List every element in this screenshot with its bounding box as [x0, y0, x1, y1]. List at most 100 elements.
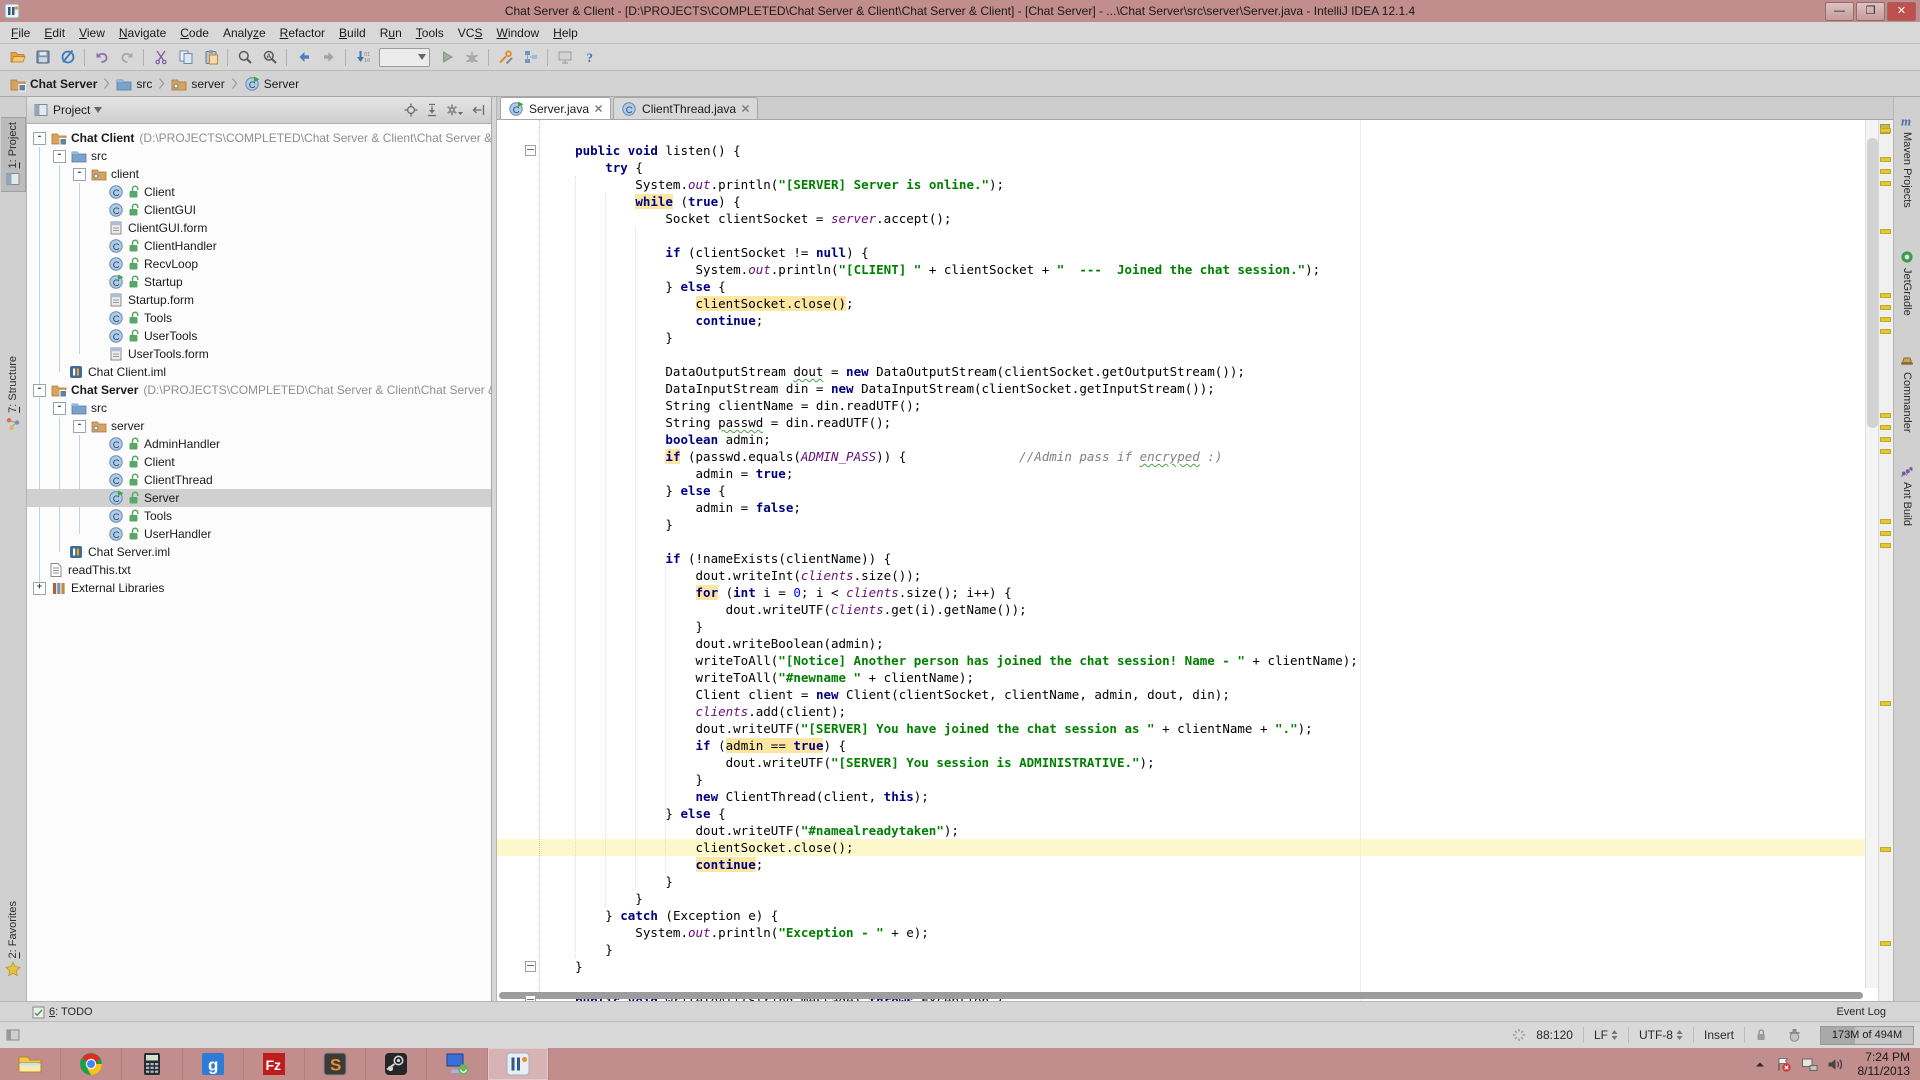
lock-icon[interactable]: [1745, 1028, 1777, 1042]
menu-build[interactable]: Build: [332, 24, 373, 42]
tree-item-usertools[interactable]: CUserTools: [27, 327, 491, 345]
tab-close-icon[interactable]: [741, 104, 750, 113]
toolwindow-button-maven-projects[interactable]: mMaven Projects: [1895, 109, 1919, 212]
input-mode-indicator[interactable]: Insert: [1694, 1028, 1744, 1042]
menu-analyze[interactable]: Analyze: [216, 24, 273, 42]
maximize-button[interactable]: ❐: [1856, 2, 1885, 21]
breadcrumb-src[interactable]: src: [114, 76, 154, 92]
editor-tab-clientthread-java[interactable]: CClientThread.java: [613, 97, 758, 119]
taskbar-app-remote[interactable]: [427, 1048, 488, 1080]
error-stripe-mark[interactable]: [1880, 181, 1891, 186]
action-center-flag-icon[interactable]: [1775, 1056, 1792, 1072]
horizontal-scrollbar[interactable]: [499, 992, 1863, 999]
network-icon[interactable]: [1801, 1057, 1818, 1072]
toolwindow-button-project[interactable]: 1: Project: [1, 117, 26, 192]
find-button[interactable]: [232, 46, 257, 68]
close-button[interactable]: ✕: [1887, 2, 1916, 21]
copy-button[interactable]: [173, 46, 198, 68]
taskbar-app-sublime[interactable]: S: [305, 1048, 366, 1080]
menu-view[interactable]: View: [72, 24, 112, 42]
tree-expand-icon[interactable]: +: [33, 582, 46, 595]
settings-button[interactable]: [493, 46, 518, 68]
error-stripe-mark[interactable]: [1880, 305, 1891, 310]
update-button[interactable]: 0110: [350, 46, 375, 68]
debug-button[interactable]: [459, 46, 484, 68]
open-folder-button[interactable]: [5, 46, 30, 68]
menu-refactor[interactable]: Refactor: [273, 24, 332, 42]
todo-toolwindow-button[interactable]: 6: TODO: [32, 1006, 93, 1019]
error-stripe-mark[interactable]: [1880, 519, 1891, 524]
line-ending-selector[interactable]: LF: [1584, 1028, 1628, 1042]
tree-item-clienthandler[interactable]: CClientHandler: [27, 237, 491, 255]
menu-help[interactable]: Help: [546, 24, 585, 42]
error-stripe-mark[interactable]: [1880, 293, 1891, 298]
menu-window[interactable]: Window: [489, 24, 546, 42]
error-stripe-mark[interactable]: [1880, 128, 1891, 133]
chevron-down-icon[interactable]: [94, 107, 102, 113]
error-stripe[interactable]: [1878, 120, 1893, 1002]
error-stripe-mark[interactable]: [1880, 413, 1891, 418]
tree-collapse-icon[interactable]: -: [73, 168, 86, 181]
error-stripe-mark[interactable]: [1880, 847, 1891, 852]
error-stripe-mark[interactable]: [1880, 169, 1891, 174]
paste-button[interactable]: [198, 46, 223, 68]
tree-item-recvloop[interactable]: CRecvLoop: [27, 255, 491, 273]
tree-collapse-icon[interactable]: -: [33, 384, 46, 397]
encoding-selector[interactable]: UTF-8: [1629, 1028, 1693, 1042]
taskbar-app-idea[interactable]: [488, 1048, 549, 1080]
toolwindow-button-ant-build[interactable]: Ant Build: [1895, 459, 1919, 530]
taskbar-app-filezilla[interactable]: Fz: [244, 1048, 305, 1080]
taskbar-app-steam[interactable]: [366, 1048, 427, 1080]
tree-item-chat-server-iml[interactable]: Chat Server.iml: [27, 543, 491, 561]
save-all-button[interactable]: [30, 46, 55, 68]
menu-code[interactable]: Code: [173, 24, 216, 42]
tree-collapse-icon[interactable]: -: [73, 420, 86, 433]
hector-inspector-icon[interactable]: [1777, 1028, 1812, 1043]
gear-icon[interactable]: [446, 103, 464, 117]
taskbar-app-chrome[interactable]: [61, 1048, 122, 1080]
toolwindow-toggle-icon[interactable]: [6, 1028, 20, 1042]
tree-item-startup-form[interactable]: Startup.form: [27, 291, 491, 309]
hide-icon[interactable]: [471, 103, 485, 117]
breadcrumb-chat-server[interactable]: Chat Server: [8, 76, 99, 92]
menu-run[interactable]: Run: [373, 24, 409, 42]
tree-collapse-icon[interactable]: -: [53, 402, 66, 415]
toolwindow-button-favorites[interactable]: 2: Favorites: [1, 897, 25, 981]
caret-position[interactable]: 88:120: [1526, 1028, 1583, 1042]
taskbar-app-explorer[interactable]: [0, 1048, 61, 1080]
tree-item-tools[interactable]: CTools: [27, 507, 491, 525]
menu-file[interactable]: File: [4, 24, 37, 42]
tree-item-tools[interactable]: CTools: [27, 309, 491, 327]
fold-marker-icon[interactable]: [525, 145, 536, 156]
structure-button[interactable]: [518, 46, 543, 68]
tree-item-chat-server[interactable]: -Chat Server (D:\PROJECTS\COMPLETED\Chat…: [27, 381, 491, 399]
error-stripe-mark[interactable]: [1880, 157, 1891, 162]
undo-button[interactable]: [89, 46, 114, 68]
collapse-icon[interactable]: [425, 103, 439, 117]
error-stripe-mark[interactable]: [1880, 449, 1891, 454]
locate-icon[interactable]: [404, 103, 418, 117]
redo-button[interactable]: [114, 46, 139, 68]
tree-item-server[interactable]: CServer: [27, 489, 491, 507]
tree-item-userhandler[interactable]: CUserHandler: [27, 525, 491, 543]
forward-button[interactable]: [316, 46, 341, 68]
tree-item-startup[interactable]: CStartup: [27, 273, 491, 291]
taskbar-app-calc[interactable]: [122, 1048, 183, 1080]
fold-marker-icon[interactable]: [525, 961, 536, 972]
tree-item-clientthread[interactable]: CClientThread: [27, 471, 491, 489]
tree-item-usertools-form[interactable]: UserTools.form: [27, 345, 491, 363]
taskbar-clock[interactable]: 7:24 PM 8/11/2013: [1852, 1050, 1911, 1078]
code-editor[interactable]: public void listen() { try { System.out.…: [497, 120, 1893, 1002]
cut-button[interactable]: [148, 46, 173, 68]
toolwindow-button-commander[interactable]: Commander: [1895, 349, 1919, 437]
memory-indicator[interactable]: 173M of 494M: [1820, 1026, 1914, 1045]
error-stripe-mark[interactable]: [1880, 229, 1891, 234]
tree-item-adminhandler[interactable]: CAdminHandler: [27, 435, 491, 453]
tree-item-chat-client[interactable]: -Chat Client (D:\PROJECTS\COMPLETED\Chat…: [27, 129, 491, 147]
tree-item-client[interactable]: -client: [27, 165, 491, 183]
back-button[interactable]: [291, 46, 316, 68]
tree-item-src[interactable]: -src: [27, 399, 491, 417]
run-configuration-combo[interactable]: [379, 48, 430, 67]
event-log-button[interactable]: Event Log: [1836, 1006, 1886, 1018]
error-stripe-mark[interactable]: [1880, 317, 1891, 322]
